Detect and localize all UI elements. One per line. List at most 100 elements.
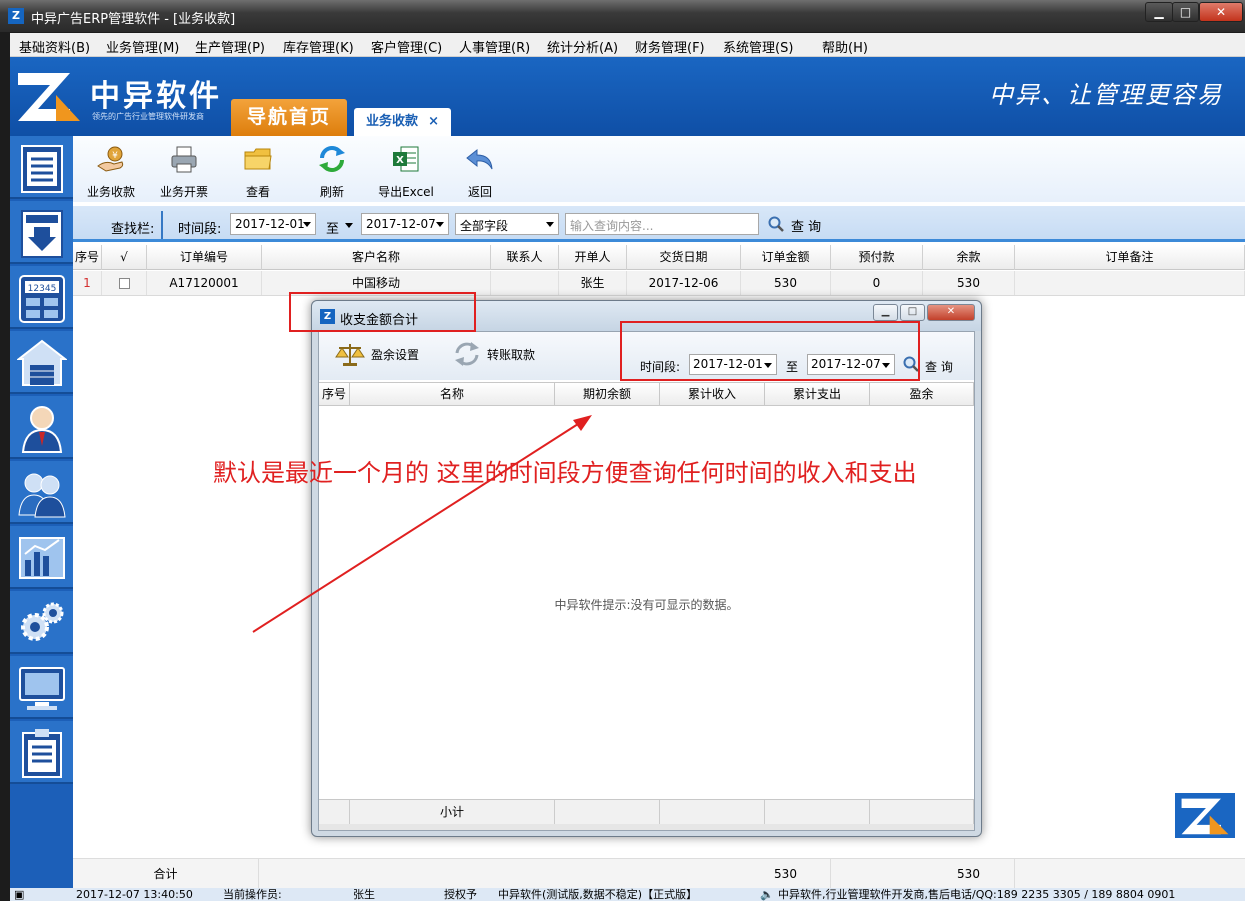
dialog-horizontal-scrollbar[interactable] bbox=[319, 824, 974, 830]
export-excel-label: 导出Excel bbox=[378, 185, 434, 199]
tab-close-icon[interactable]: × bbox=[428, 108, 439, 136]
refresh-label: 刷新 bbox=[319, 185, 344, 199]
window-titlebar: Z 中异广告ERP管理软件 - [业务收款] ▁ □ ✕ bbox=[0, 0, 1245, 32]
field-select[interactable]: 全部字段 bbox=[455, 213, 559, 235]
menu-production[interactable]: 生产管理(P) bbox=[195, 37, 265, 56]
dialog-minimize-button[interactable]: ▁ bbox=[873, 304, 898, 321]
dcol-name[interactable]: 名称 bbox=[350, 383, 555, 406]
menu-statistics[interactable]: 统计分析(A) bbox=[547, 37, 618, 56]
close-button[interactable]: ✕ bbox=[1199, 2, 1243, 22]
sidebar-item-statistics[interactable] bbox=[10, 526, 73, 589]
sidebar-item-warehouse[interactable] bbox=[10, 331, 73, 394]
dcol-surplus[interactable]: 盈余 bbox=[870, 383, 974, 406]
status-authorized: 授权予 bbox=[444, 888, 477, 901]
sidebar-item-inbound[interactable] bbox=[10, 201, 73, 264]
refresh-button[interactable]: 刷新 bbox=[297, 144, 367, 200]
minimize-button[interactable]: ▁ bbox=[1145, 2, 1173, 22]
transfer-refresh-icon[interactable] bbox=[453, 340, 481, 368]
transfer-withdraw-button[interactable]: 转账取款 bbox=[487, 346, 535, 363]
back-button[interactable]: 返回 bbox=[445, 144, 515, 200]
sidebar-item-calculator[interactable]: 12345 bbox=[10, 266, 73, 329]
menu-basic[interactable]: 基础资料(B) bbox=[19, 37, 90, 56]
sidebar-item-customer[interactable] bbox=[10, 396, 73, 459]
menu-customer[interactable]: 客户管理(C) bbox=[371, 37, 442, 56]
scale-icon[interactable] bbox=[335, 340, 365, 368]
status-vendor: 中异软件,行业管理软件开发商,售后电话/QQ:189 2235 3305 / 1… bbox=[778, 888, 1176, 901]
status-time: 2017-12-07 13:40:50 bbox=[76, 888, 193, 901]
tab-business-receipt[interactable]: 业务收款 × bbox=[354, 108, 451, 136]
col-note[interactable]: 订单备注 bbox=[1015, 245, 1245, 270]
col-creator[interactable]: 开单人 bbox=[559, 245, 627, 270]
row-order-no: A17120001 bbox=[147, 271, 262, 295]
logo-subtitle: 领先的广告行业管理软件研发商 bbox=[92, 112, 204, 121]
menu-hr[interactable]: 人事管理(R) bbox=[459, 37, 530, 56]
download-tray-icon bbox=[21, 210, 63, 258]
money-hand-icon: ¥ bbox=[97, 146, 124, 172]
col-delivery-date[interactable]: 交货日期 bbox=[627, 245, 741, 270]
date-to-select[interactable]: 2017-12-07 bbox=[361, 213, 449, 235]
table-row[interactable]: 1 A17120001 中国移动 张生 2017-12-06 530 0 530 bbox=[73, 271, 1245, 296]
annotation-box-dialog-title bbox=[289, 292, 476, 332]
dialog-grid-header: 序号 名称 期初余额 累计收入 累计支出 盈余 bbox=[319, 382, 974, 406]
dialog-close-button[interactable]: ✕ bbox=[927, 304, 975, 321]
status-bar: ▣ 2017-12-07 13:40:50 当前操作员: 张生 授权予 中异软件… bbox=[10, 888, 1245, 901]
tab-home[interactable]: 导航首页 bbox=[231, 99, 347, 136]
window-title: 中异广告ERP管理软件 - [业务收款] bbox=[31, 12, 236, 27]
row-prepayment: 0 bbox=[831, 271, 923, 295]
dfoot-opening bbox=[555, 800, 660, 824]
sidebar-item-hr[interactable] bbox=[10, 461, 73, 524]
sidebar-item-documents[interactable] bbox=[10, 136, 73, 199]
warehouse-icon bbox=[17, 339, 67, 386]
dialog-query-button[interactable]: 查 询 bbox=[925, 358, 953, 375]
annotation-text: 默认是最近一个月的 这里的时间段方便查询任何时间的收入和支出 bbox=[213, 459, 917, 487]
profit-setting-button[interactable]: 盈余设置 bbox=[371, 346, 419, 363]
dcol-total-income[interactable]: 累计收入 bbox=[660, 383, 765, 406]
menu-bar: 基础资料(B) 业务管理(M) 生产管理(P) 库存管理(K) 客户管理(C) … bbox=[10, 33, 1245, 57]
left-sidebar: 12345 bbox=[10, 136, 73, 901]
field-select-value: 全部字段 bbox=[460, 219, 509, 233]
date-from-select[interactable]: 2017-12-01 bbox=[230, 213, 316, 235]
maximize-button[interactable]: □ bbox=[1172, 2, 1199, 22]
toolbar: ¥ 业务收款 业务开票 查看 刷新 X 导出Excel 返回 bbox=[73, 136, 1245, 202]
footer-label: 合计 bbox=[73, 859, 259, 889]
sidebar-item-settings[interactable] bbox=[10, 591, 73, 654]
app-icon: Z bbox=[8, 8, 24, 24]
menu-system[interactable]: 系统管理(S) bbox=[723, 37, 793, 56]
dialog-maximize-button[interactable]: □ bbox=[900, 304, 925, 321]
col-order-no[interactable]: 订单编号 bbox=[147, 245, 262, 270]
menu-inventory[interactable]: 库存管理(K) bbox=[283, 37, 354, 56]
dcol-opening-balance[interactable]: 期初余额 bbox=[555, 383, 660, 406]
col-balance[interactable]: 余款 bbox=[923, 245, 1015, 270]
folder-icon bbox=[244, 148, 272, 170]
dcol-seq: 序号 bbox=[319, 383, 350, 406]
sidebar-item-report[interactable] bbox=[10, 721, 73, 784]
export-excel-button[interactable]: X 导出Excel bbox=[371, 144, 441, 200]
menu-business[interactable]: 业务管理(M) bbox=[106, 37, 179, 56]
view-label: 查看 bbox=[245, 185, 270, 199]
menu-finance[interactable]: 财务管理(F) bbox=[635, 37, 705, 56]
view-button[interactable]: 查看 bbox=[223, 144, 293, 200]
search-input[interactable]: 输入查询内容... bbox=[565, 213, 759, 235]
to-dropdown-icon[interactable] bbox=[345, 223, 353, 228]
col-contact[interactable]: 联系人 bbox=[491, 245, 559, 270]
search-bar: 查找栏: 时间段: 2017-12-01 至 2017-12-07 全部字段 输… bbox=[73, 206, 1245, 242]
query-button[interactable]: 查 询 bbox=[791, 216, 821, 235]
dfoot-expense bbox=[765, 800, 870, 824]
dialog-body: 盈余设置 转账取款 时间段: 2017-12-01 至 2017-12-07 查… bbox=[318, 331, 975, 831]
col-check[interactable]: √ bbox=[102, 245, 147, 270]
logo-text: 中异软件 bbox=[90, 79, 222, 114]
document-icon bbox=[21, 145, 63, 193]
menu-help[interactable]: 帮助(H) bbox=[822, 37, 868, 56]
col-order-amount[interactable]: 订单金额 bbox=[741, 245, 831, 270]
search-icon[interactable] bbox=[768, 216, 784, 232]
footer-balance: 530 bbox=[923, 859, 1015, 889]
dcol-total-expense[interactable]: 累计支出 bbox=[765, 383, 870, 406]
receive-payment-button[interactable]: ¥ 业务收款 bbox=[76, 144, 146, 200]
sidebar-item-system[interactable] bbox=[10, 656, 73, 719]
issue-invoice-button[interactable]: 业务开票 bbox=[149, 144, 219, 200]
row-delivery-date: 2017-12-06 bbox=[627, 271, 741, 295]
col-customer[interactable]: 客户名称 bbox=[262, 245, 491, 270]
row-checkbox[interactable] bbox=[118, 278, 130, 289]
col-prepayment[interactable]: 预付款 bbox=[831, 245, 923, 270]
receive-payment-label: 业务收款 bbox=[86, 185, 135, 199]
